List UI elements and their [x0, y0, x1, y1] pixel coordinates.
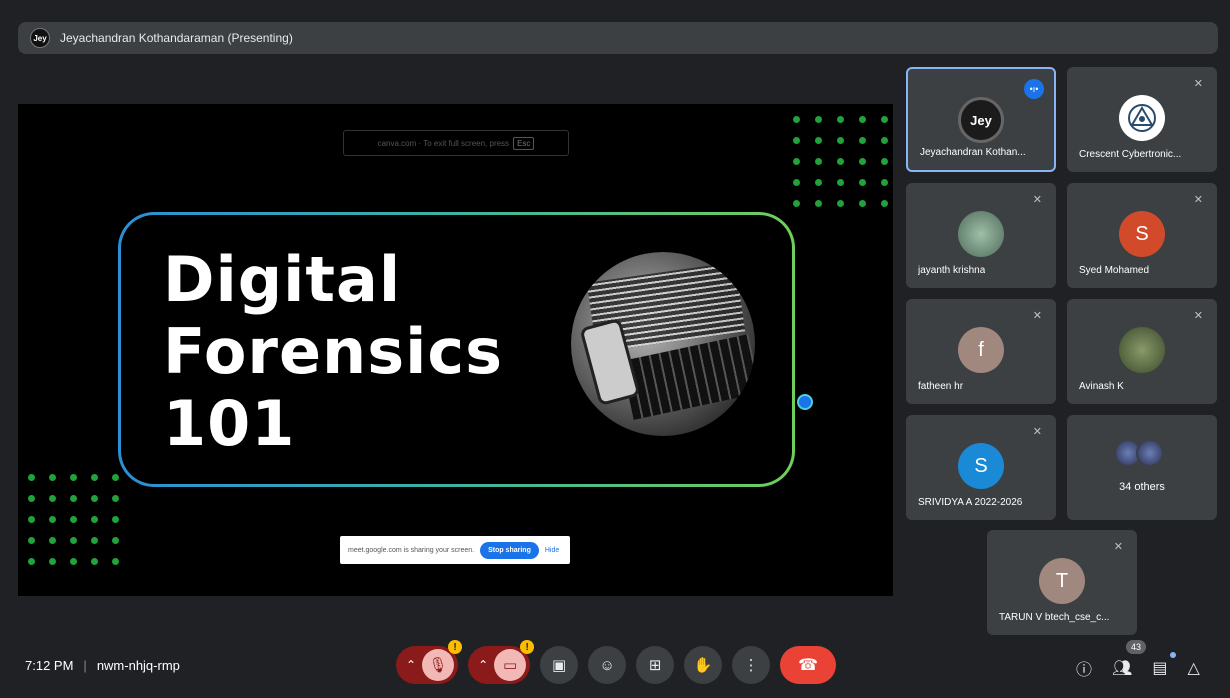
meeting-code: nwm-nhjq-rmp: [96, 658, 180, 673]
others-avatars: [1114, 439, 1164, 467]
others-tile[interactable]: 34 others: [1067, 415, 1217, 520]
participant-name: SRIVIDYA A 2022-2026: [918, 497, 1023, 508]
participant-tile[interactable]: ✕ jayanth krishna: [906, 183, 1056, 288]
warning-icon: !: [448, 640, 463, 654]
hide-link[interactable]: Hide: [545, 547, 559, 554]
sharing-notice-text: meet.google.com is sharing your screen.: [348, 546, 475, 554]
mic-off-icon[interactable]: 🎙︎: [422, 649, 455, 681]
chevron-up-icon[interactable]: ⌃: [478, 658, 488, 672]
laptop-photo: [571, 252, 755, 436]
avatar: f: [958, 327, 1004, 373]
mic-off-icon: ✕: [1032, 426, 1042, 438]
dot-pattern-top-right: [793, 116, 888, 207]
others-label: 34 others: [1119, 481, 1165, 493]
participant-name: jayanth krishna: [918, 265, 986, 276]
warning-icon: !: [520, 640, 535, 654]
presenter-avatar: Jey: [30, 28, 50, 48]
mic-off-icon: ✕: [1113, 541, 1123, 553]
slide-title-line: Forensics: [163, 315, 504, 388]
camera-control: ⌃ ▭ !: [468, 640, 535, 684]
avatar: S: [958, 443, 1004, 489]
more-icon[interactable]: ⋮: [732, 646, 771, 684]
avatar: [958, 211, 1004, 257]
presenter-label: Jeyachandran Kothandaraman (Presenting): [60, 31, 293, 45]
participant-tile[interactable]: ✕ T TARUN V btech_cse_c...: [987, 530, 1137, 635]
participant-name: Crescent Cybertronic...: [1079, 149, 1182, 160]
info-icon[interactable]: ⓘ: [1076, 656, 1092, 680]
captions-icon[interactable]: ▣: [540, 646, 579, 684]
people-icon[interactable]: 👥︎: [1112, 658, 1132, 678]
fullscreen-key: Esc: [513, 136, 535, 150]
pointer-icon: [797, 394, 813, 410]
participant-tile[interactable]: ✕ Avinash K: [1067, 299, 1217, 404]
avatar: T: [1039, 558, 1085, 604]
participant-name: TARUN V btech_cse_c...: [999, 612, 1110, 623]
participant-tile[interactable]: ✕ Crescent Cybertronic...: [1067, 67, 1217, 172]
meeting-info: 7:12 PM | nwm-nhjq-rmp: [25, 658, 180, 673]
stop-sharing-button[interactable]: Stop sharing: [480, 541, 539, 559]
mic-off-icon: ✕: [1032, 310, 1042, 322]
slide-title: Digital Forensics 101: [163, 244, 503, 460]
avatar: S: [1119, 211, 1165, 257]
mic-off-icon: ✕: [1193, 194, 1203, 206]
presenter-bar: Jey Jeyachandran Kothandaraman (Presenti…: [18, 22, 1218, 54]
fullscreen-hint: canva.com · To exit full screen, press E…: [343, 130, 569, 156]
fullscreen-hint-text: canva.com · To exit full screen, press: [377, 138, 510, 148]
call-controls: ⌃ 🎙︎ ! ⌃ ▭ ! ▣ ☺ ⊞ ✋ ⋮ ☎: [396, 640, 837, 684]
slide-title-line: 101: [163, 387, 296, 460]
camera-off-icon[interactable]: ▭: [494, 649, 527, 681]
chevron-up-icon[interactable]: ⌃: [406, 658, 416, 672]
mic-off-icon: ✕: [1193, 310, 1203, 322]
emoji-icon[interactable]: ☺: [588, 646, 627, 684]
chat-icon[interactable]: ▤: [1152, 658, 1167, 678]
speaking-icon: •ı•: [1024, 79, 1044, 99]
people-count-badge: 43: [1126, 640, 1147, 654]
slide-title-line: Digital: [163, 243, 402, 316]
mic-off-icon: ✕: [1032, 194, 1042, 206]
activities-icon[interactable]: △: [1187, 658, 1199, 678]
participant-name: Avinash K: [1079, 381, 1124, 392]
participant-name: Jeyachandran Kothan...: [920, 147, 1026, 158]
participant-tile[interactable]: ✕ f fatheen hr: [906, 299, 1056, 404]
meeting-time: 7:12 PM: [25, 658, 74, 673]
sharing-notice: meet.google.com is sharing your screen. …: [340, 536, 570, 564]
shared-screen: canva.com · To exit full screen, press E…: [18, 104, 893, 596]
avatar: [1119, 95, 1165, 141]
avatar: [1119, 327, 1165, 373]
participant-tile[interactable]: •ı• Jey Jeyachandran Kothan...: [906, 67, 1056, 172]
avatar: Jey: [958, 97, 1004, 143]
right-toolbar: ⓘ 👥︎ ▤ △: [1076, 656, 1200, 680]
raise-hand-icon[interactable]: ✋: [684, 646, 723, 684]
participant-name: fatheen hr: [918, 381, 964, 392]
meet-window: Jey Jeyachandran Kothandaraman (Presenti…: [0, 0, 1230, 698]
dot-pattern-bottom-left: [28, 474, 119, 565]
participant-tile[interactable]: ✕ S SRIVIDYA A 2022-2026: [906, 415, 1056, 520]
participant-name: Syed Mohamed: [1079, 265, 1150, 276]
participant-tile[interactable]: ✕ S Syed Mohamed: [1067, 183, 1217, 288]
present-icon[interactable]: ⊞: [636, 646, 675, 684]
mic-off-icon: ✕: [1193, 78, 1203, 90]
divider: |: [83, 658, 87, 673]
end-call-icon[interactable]: ☎: [780, 646, 837, 684]
mic-control: ⌃ 🎙︎ !: [396, 640, 463, 684]
